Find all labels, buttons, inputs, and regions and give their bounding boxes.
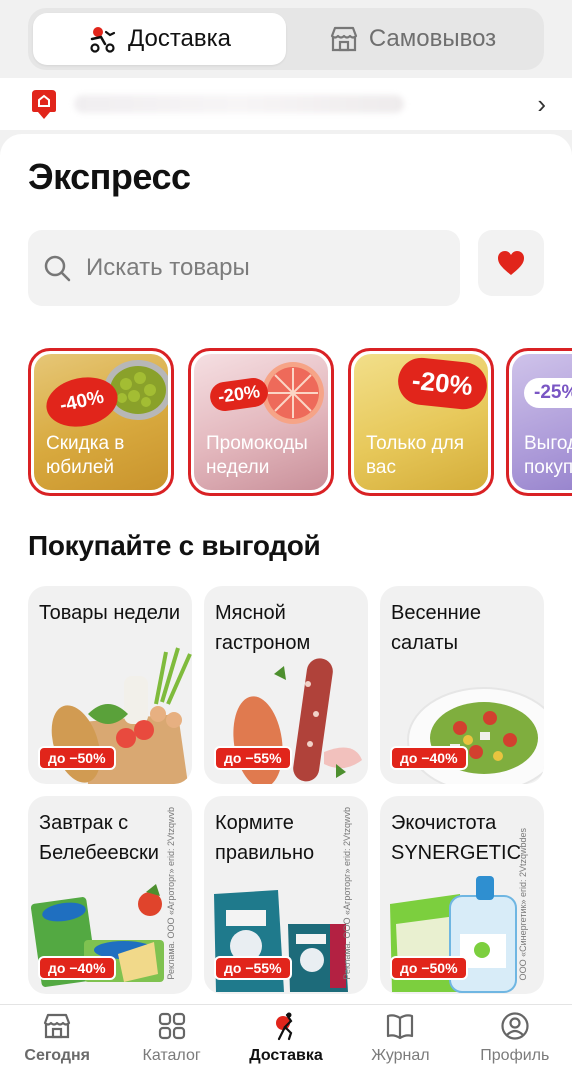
nav-label: Каталог bbox=[142, 1047, 201, 1064]
home-pin-icon bbox=[32, 90, 56, 119]
nav-label: Сегодня bbox=[24, 1047, 91, 1064]
tab-delivery-label: Доставка bbox=[127, 25, 232, 52]
nav-item-catalog[interactable]: Каталог bbox=[114, 1005, 228, 1080]
story-badge: -25% bbox=[524, 378, 572, 408]
grapefruit-image bbox=[262, 362, 324, 424]
main-sheet: Экспресс Искать товары -40% Скидка в юби… bbox=[0, 134, 572, 1004]
courier-icon bbox=[90, 27, 116, 53]
book-icon bbox=[387, 1014, 414, 1040]
promo-card[interactable]: Завтрак с Белебеевски Реклама. ООО «Агро… bbox=[28, 796, 192, 994]
story-label: Скидка в юбилей bbox=[46, 433, 125, 478]
nav-label: Доставка bbox=[249, 1047, 323, 1064]
discount-badge: до −55% bbox=[214, 956, 292, 980]
nav-item-delivery[interactable]: Доставка bbox=[229, 1005, 343, 1080]
ad-disclaimer: ООО «Синергетик» erid: 2Vtzqwbdes bbox=[518, 827, 528, 980]
story-label: Промокоды недели bbox=[206, 433, 308, 478]
promo-card-title: Товары недели bbox=[39, 602, 181, 624]
ad-disclaimer: Реклама. ООО «Агроторг» erid: 2Vtzqwvb bbox=[342, 807, 352, 980]
nav-label: Журнал bbox=[371, 1047, 430, 1064]
story-label: Только для вас bbox=[366, 433, 465, 478]
courier-icon bbox=[276, 1012, 293, 1041]
page-title: Экспресс bbox=[28, 156, 191, 197]
search-placeholder: Искать товары bbox=[86, 254, 250, 281]
promo-card[interactable]: Кормите правильно Реклама. ООО «Агроторг… bbox=[204, 796, 368, 994]
search-field[interactable]: Искать товары bbox=[28, 230, 460, 306]
discount-badge: до −40% bbox=[38, 956, 116, 980]
grid-icon bbox=[158, 1012, 185, 1040]
story-badge: -20% bbox=[395, 355, 488, 412]
promo-card[interactable]: Экочистота SYNERGETIC ООО «Синергетик» e… bbox=[380, 796, 544, 994]
store-icon bbox=[44, 1013, 71, 1039]
nav-item-today[interactable]: Сегодня bbox=[0, 1005, 114, 1080]
discount-badge: до −55% bbox=[214, 746, 292, 770]
tab-delivery[interactable]: Доставка bbox=[33, 13, 286, 65]
nav-label: Профиль bbox=[480, 1047, 550, 1064]
discount-badge: до −50% bbox=[38, 746, 116, 770]
ad-disclaimer: Реклама. ООО «Агроторг» erid: 2Vtzqwvb bbox=[166, 807, 176, 980]
address-text-blurred bbox=[74, 95, 404, 113]
address-row[interactable]: › bbox=[0, 78, 572, 130]
profile-icon bbox=[501, 1012, 529, 1040]
story-card[interactable]: -25% Выгодные покупки bbox=[506, 348, 572, 496]
delivery-mode-toggle: Доставка Самовывоз bbox=[28, 8, 544, 70]
chevron-right-icon[interactable]: › bbox=[537, 89, 546, 120]
tab-pickup-label: Самовывоз bbox=[368, 25, 497, 52]
promo-card[interactable]: Весенние салаты до −40% bbox=[380, 586, 544, 784]
discount-badge: до −50% bbox=[390, 956, 468, 980]
story-label: Выгодные покупки bbox=[524, 433, 572, 478]
story-card[interactable]: -20% Только для вас bbox=[348, 348, 494, 496]
nav-item-journal[interactable]: Журнал bbox=[343, 1005, 457, 1080]
discount-badge: до −40% bbox=[390, 746, 468, 770]
heart-icon bbox=[498, 251, 524, 275]
promo-card[interactable]: Мясной гастроном до −55% bbox=[204, 586, 368, 784]
favorites-button[interactable] bbox=[478, 230, 544, 296]
bottom-nav: Сегодня Каталог Доставка Журнал Профиль bbox=[0, 1004, 572, 1080]
stories-carousel: -40% Скидка в юбилей -20% Промокоды неде… bbox=[28, 348, 572, 498]
store-icon bbox=[330, 26, 357, 52]
promo-card[interactable]: Товары недели до −50% bbox=[28, 586, 192, 784]
search-icon bbox=[44, 255, 71, 282]
story-card[interactable]: -40% Скидка в юбилей bbox=[28, 348, 174, 496]
tab-pickup[interactable]: Самовывоз bbox=[286, 13, 539, 65]
story-card[interactable]: -20% Промокоды недели bbox=[188, 348, 334, 496]
section-title: Покупайте с выгодой bbox=[28, 530, 321, 561]
nav-item-profile[interactable]: Профиль bbox=[458, 1005, 572, 1080]
